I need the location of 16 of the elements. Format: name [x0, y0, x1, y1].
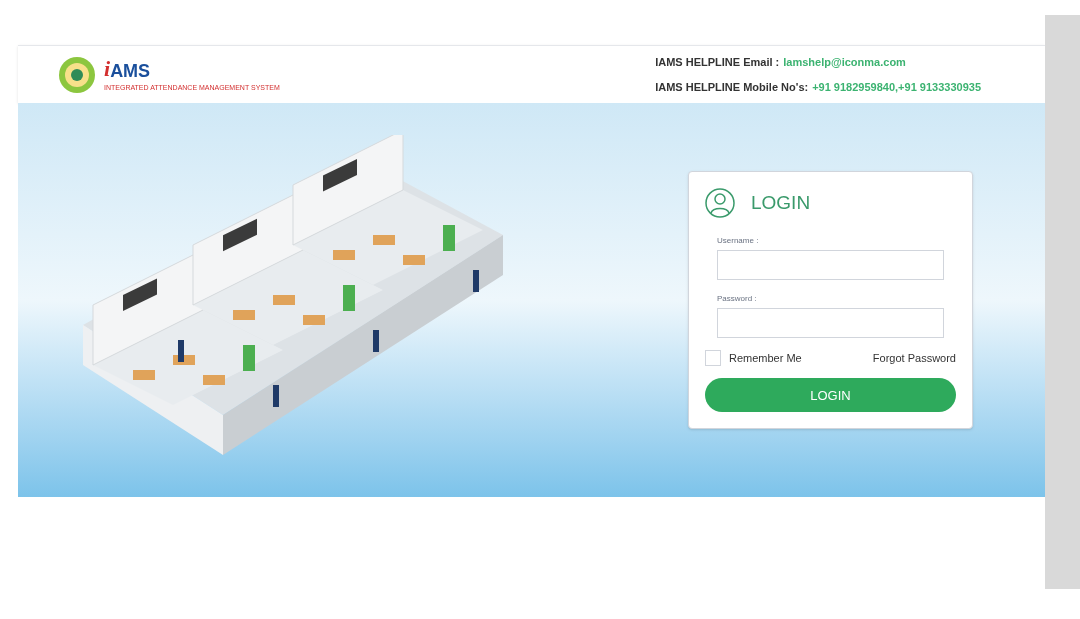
logo-name: AMS	[110, 62, 151, 80]
login-title: LOGIN	[751, 190, 811, 215]
helpline-label: IAMS HELPLINE Mobile No's:	[655, 79, 809, 95]
input-field[interactable]	[717, 307, 944, 338]
forgot-password-link[interactable]: Forgot Password	[872, 349, 956, 367]
checkbox[interactable]	[705, 350, 721, 366]
field-label: Password :	[717, 293, 757, 303]
remember-label: Remember Me	[729, 350, 802, 366]
helpline-value: Iamshelp@iconma.com	[783, 55, 906, 70]
emblem-icon	[58, 55, 96, 94]
field-label: Username :	[717, 235, 759, 245]
input-field[interactable]	[717, 249, 944, 280]
logo-letter: i	[104, 58, 111, 80]
helpline-value: +91 9182959840,+91 9133330935	[812, 79, 981, 95]
user-icon	[705, 187, 735, 218]
helpline-label: IAMS HELPLINE Email :	[655, 55, 780, 70]
